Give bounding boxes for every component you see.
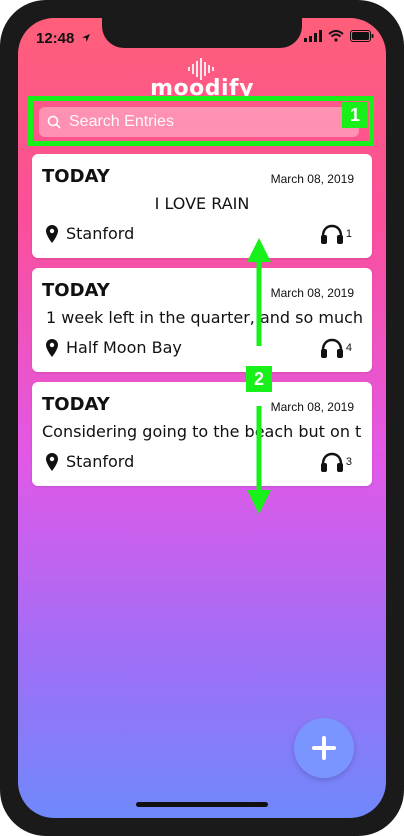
entry-listens[interactable]: 4	[320, 338, 352, 358]
entry-date: March 08, 2019	[270, 172, 354, 186]
wifi-icon	[328, 30, 344, 42]
home-indicator	[136, 802, 268, 807]
search-annotation-box	[28, 96, 374, 146]
entry-listen-count: 3	[345, 456, 352, 468]
entry-card[interactable]: TODAY March 08, 2019 I LOVE RAIN Stanfor…	[32, 154, 372, 258]
entry-location: Stanford	[46, 452, 134, 471]
app-logo: moodify	[18, 58, 386, 101]
entry-date: March 08, 2019	[270, 286, 354, 300]
entry-text: 1 week left in the quarter, and so much …	[46, 308, 362, 327]
entry-title: TODAY	[42, 280, 110, 301]
entry-listens[interactable]: 1	[320, 224, 352, 244]
entry-text: I LOVE RAIN	[154, 194, 250, 213]
entry-title: TODAY	[42, 166, 110, 187]
entry-location: Stanford	[46, 224, 134, 243]
entry-card[interactable]: TODAY March 08, 2019 Considering going t…	[32, 382, 372, 486]
search-bar[interactable]	[39, 107, 359, 137]
search-input[interactable]	[67, 112, 331, 132]
entry-card[interactable]: TODAY March 08, 2019 1 week left in the …	[32, 268, 372, 372]
entry-listens[interactable]: 3	[320, 452, 352, 472]
entry-listen-count: 1	[345, 228, 352, 240]
location-arrow-icon	[81, 34, 90, 42]
notch	[102, 18, 302, 48]
entry-text: Considering going to the beach but on th…	[42, 422, 362, 441]
entry-listen-count: 4	[345, 342, 352, 354]
battery-icon	[350, 30, 374, 42]
add-entry-button[interactable]	[294, 718, 354, 778]
status-time: 12:48	[36, 30, 91, 47]
entry-location: Half Moon Bay	[46, 338, 182, 357]
entry-title: TODAY	[42, 394, 110, 415]
entry-date: March 08, 2019	[270, 400, 354, 414]
headphones-icon	[320, 224, 343, 244]
app-screen: 12:48 moodify Search Entries TODAY March…	[18, 18, 386, 818]
location-pin-icon	[46, 224, 58, 243]
entry-location-label: Stanford	[66, 224, 135, 243]
signal-icon	[304, 30, 322, 42]
entry-location-label: Stanford	[66, 452, 135, 471]
annotation-badge-2: 2	[246, 366, 272, 392]
location-pin-icon	[46, 452, 58, 471]
annotation-badge-1: 1	[342, 102, 368, 128]
status-icons	[304, 30, 374, 42]
headphones-icon	[320, 338, 343, 358]
headphones-icon	[320, 452, 343, 472]
search-icon	[47, 115, 61, 129]
entry-location-label: Half Moon Bay	[66, 338, 182, 357]
plus-icon	[312, 736, 336, 760]
location-pin-icon	[46, 338, 58, 357]
